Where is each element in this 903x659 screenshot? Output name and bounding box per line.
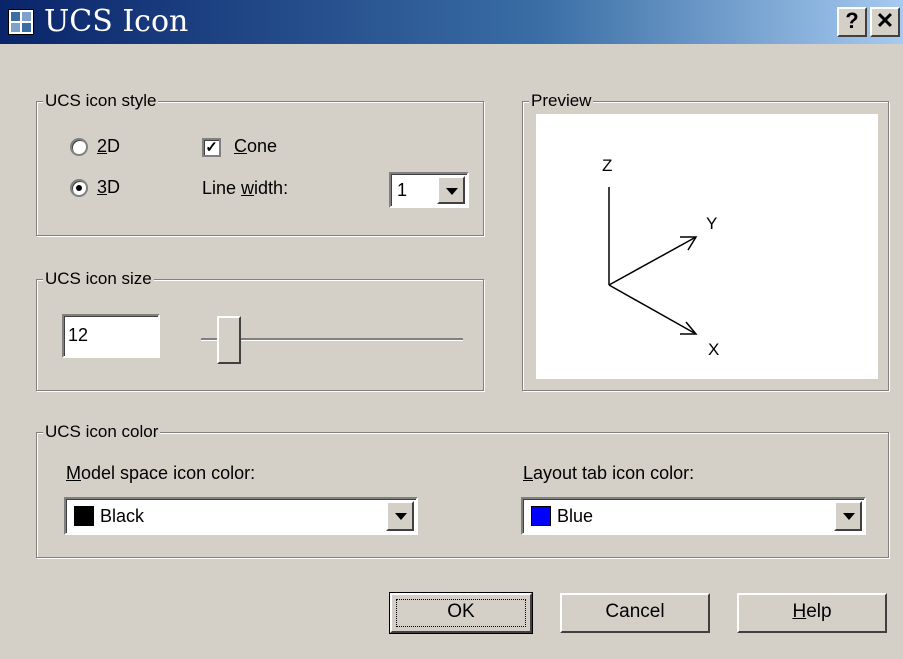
layout-tab-color-dropdown[interactable]: Blue <box>521 497 866 535</box>
help-question-button[interactable]: ? <box>837 7 867 37</box>
cancel-button[interactable]: Cancel <box>560 593 710 633</box>
layout-tab-color-value: Blue <box>557 506 594 526</box>
blue-color-swatch <box>531 506 551 526</box>
ucs-icon-color-label: UCS icon color <box>43 421 161 443</box>
autocad-app-icon <box>8 9 34 35</box>
line-width-label: Line width: <box>202 178 289 198</box>
icon-size-input[interactable]: 12 <box>62 314 160 358</box>
ucs-icon-size-label: UCS icon size <box>43 268 154 290</box>
radio-2d[interactable] <box>70 138 88 156</box>
chevron-down-icon[interactable] <box>437 176 465 204</box>
help-button[interactable]: Help <box>737 593 887 633</box>
layout-tab-color-label: Layout tab icon color: <box>523 463 695 483</box>
ucs-icon-color-group: UCS icon color Model space icon color: B… <box>36 421 889 558</box>
ucs-icon-size-group: UCS icon size 12 <box>36 268 484 391</box>
close-button[interactable]: ✕ <box>870 7 900 37</box>
axis-x-label: X <box>708 340 720 359</box>
title-bar[interactable]: UCS Icon ? ✕ <box>0 0 903 44</box>
ucs-axes-graphic <box>608 187 698 335</box>
ucs-icon-style-label: UCS icon style <box>43 90 159 112</box>
chevron-down-icon[interactable] <box>386 501 414 531</box>
model-space-color-value: Black <box>100 506 145 526</box>
window-title: UCS Icon <box>44 4 189 39</box>
ucs-icon-style-group: UCS icon style 2D 3D ✓ Cone Line width: … <box>36 90 484 236</box>
model-space-color-dropdown[interactable]: Black <box>64 497 418 535</box>
model-space-color-label: Model space icon color: <box>66 463 256 483</box>
focus-rect <box>396 599 526 627</box>
cone-label[interactable]: Cone <box>234 135 277 157</box>
line-width-value: 1 <box>397 180 408 200</box>
cone-checkbox[interactable]: ✓ <box>202 138 221 157</box>
preview-label: Preview <box>529 90 594 112</box>
ok-button[interactable]: OK <box>389 592 533 634</box>
chevron-down-icon[interactable] <box>834 501 862 531</box>
preview-group: Preview Z Y X <box>522 90 889 391</box>
icon-size-value: 12 <box>68 325 89 345</box>
line-width-dropdown[interactable]: 1 <box>389 172 469 208</box>
radio-2d-label[interactable]: 2D <box>97 135 120 157</box>
preview-canvas: Z Y X <box>536 114 878 379</box>
black-color-swatch <box>74 506 94 526</box>
axis-y-label: Y <box>706 214 718 233</box>
radio-3d[interactable] <box>70 179 88 197</box>
radio-3d-label[interactable]: 3D <box>97 176 120 198</box>
axis-z-label: Z <box>602 156 613 175</box>
slider-thumb[interactable] <box>217 316 241 364</box>
ucs-icon-dialog: UCS Icon ? ✕ UCS icon style 2D 3D ✓ Cone… <box>0 0 903 659</box>
